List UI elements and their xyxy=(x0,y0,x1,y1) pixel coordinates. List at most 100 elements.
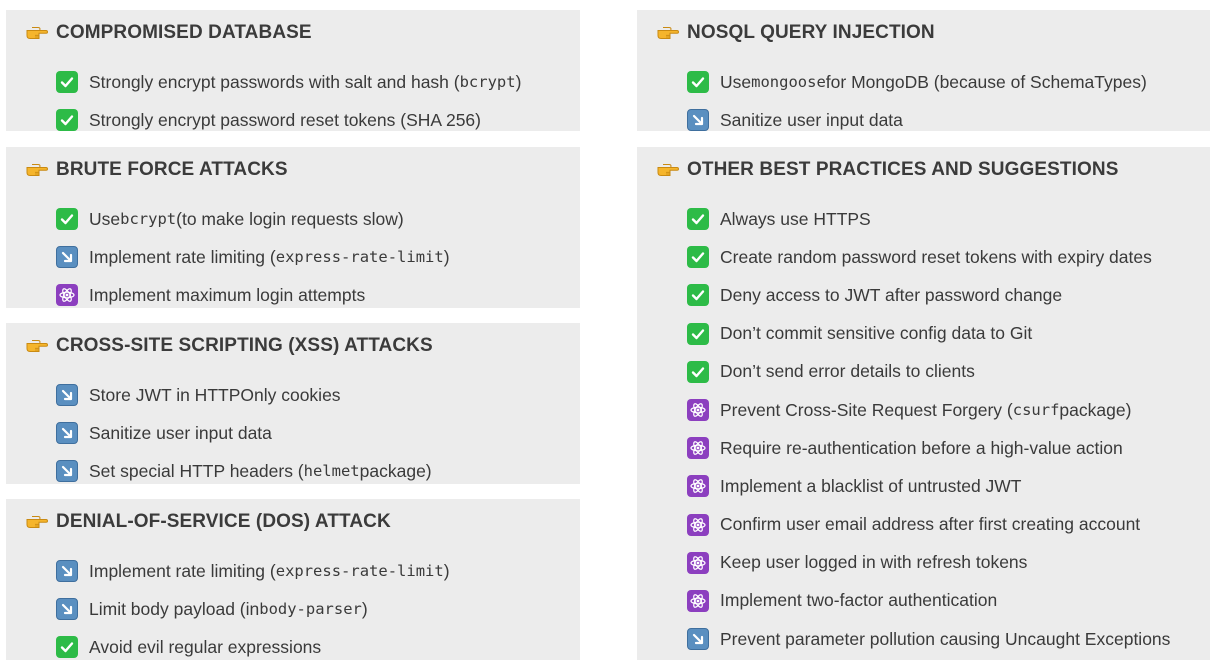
item-text: Use xyxy=(89,208,121,229)
item-code: express-rate-limit xyxy=(275,248,444,267)
item-text: Implement rate limiting ( xyxy=(89,560,276,581)
list-item: Prevent Cross-Site Request Forgery (csur… xyxy=(687,391,1170,429)
pointing-hand-icon xyxy=(26,163,48,177)
list-item: Implement maximum login attempts xyxy=(56,276,450,314)
section-title-text: OTHER BEST PRACTICES AND SUGGESTIONS xyxy=(687,159,1119,180)
section-xss-attacks: CROSS-SITE SCRIPTING (XSS) ATTACKS Store … xyxy=(6,323,580,484)
section-title: COMPROMISED DATABASE xyxy=(26,22,312,44)
item-text: Create random password reset tokens with… xyxy=(720,246,1152,267)
list-item: Implement two-factor authentication xyxy=(687,582,1170,620)
list-item: Implement rate limiting (express-rate-li… xyxy=(56,238,450,276)
item-text: Strongly encrypt passwords with salt and… xyxy=(89,71,460,92)
list-item: Always use HTTPS xyxy=(687,200,1170,238)
item-code: body-parser xyxy=(259,600,362,619)
check-icon xyxy=(56,71,78,94)
checklist: Strongly encrypt passwords with salt and… xyxy=(56,63,521,139)
section-title-text: NOSQL QUERY INJECTION xyxy=(687,22,935,43)
list-item: Don’t send error details to clients xyxy=(687,353,1170,391)
atom-icon xyxy=(687,589,709,612)
pointing-hand-icon xyxy=(657,26,679,40)
item-text-after: (to make login requests slow) xyxy=(176,208,404,229)
item-text: Implement a blacklist of untrusted JWT xyxy=(720,475,1022,496)
section-title: BRUTE FORCE ATTACKS xyxy=(26,159,288,181)
check-icon xyxy=(687,322,709,345)
item-text: Use xyxy=(720,71,752,92)
arrow-icon xyxy=(687,628,709,651)
list-item: Strongly encrypt passwords with salt and… xyxy=(56,63,521,101)
pointing-hand-icon xyxy=(26,26,48,40)
arrow-icon xyxy=(56,560,78,583)
list-item: Sanitize user input data xyxy=(56,414,432,452)
arrow-icon xyxy=(56,422,78,445)
item-text: Sanitize user input data xyxy=(720,109,903,130)
check-icon xyxy=(687,360,709,383)
item-text-after: package) xyxy=(1059,399,1132,420)
check-icon xyxy=(56,109,78,132)
item-text: Don’t commit sensitive config data to Gi… xyxy=(720,323,1033,344)
section-other-best-practices: OTHER BEST PRACTICES AND SUGGESTIONS Alwa… xyxy=(637,147,1210,660)
list-item: Prevent parameter pollution causing Unca… xyxy=(687,620,1170,658)
item-code: bcrypt xyxy=(459,73,516,92)
item-text: Implement maximum login attempts xyxy=(89,284,366,305)
item-text: Confirm user email address after first c… xyxy=(720,514,1141,535)
list-item: Use bcrypt (to make login requests slow) xyxy=(56,200,450,238)
section-title-text: DENIAL-OF-SERVICE (DOS) ATTACK xyxy=(56,511,391,532)
check-icon xyxy=(687,246,709,269)
list-item: Require re-authentication before a high-… xyxy=(687,429,1170,467)
checklist: Implement rate limiting (express-rate-li… xyxy=(56,552,450,667)
item-text: Strongly encrypt password reset tokens (… xyxy=(89,109,481,130)
section-title: NOSQL QUERY INJECTION xyxy=(657,22,935,44)
item-text-after: ) xyxy=(361,598,368,619)
list-item: Store JWT in HTTPOnly cookies xyxy=(56,376,432,414)
list-item: Sanitize user input data xyxy=(687,101,1147,139)
item-text-after: package) xyxy=(359,460,432,481)
list-item: Implement rate limiting (express-rate-li… xyxy=(56,552,450,590)
item-text-after: ) xyxy=(515,71,522,92)
item-code: helmet xyxy=(303,462,360,481)
section-nosql-injection: NOSQL QUERY INJECTION Use mongoose for Mo… xyxy=(637,10,1210,132)
item-code: mongoose xyxy=(751,73,826,92)
section-compromised-database: COMPROMISED DATABASE Strongly encrypt pas… xyxy=(6,10,580,132)
item-text: Set special HTTP headers ( xyxy=(89,460,304,481)
item-text-after: ) xyxy=(443,246,450,267)
section-brute-force-attacks: BRUTE FORCE ATTACKS Use bcrypt (to make l… xyxy=(6,147,580,308)
list-item: Limit body payload (in body-parser) xyxy=(56,590,450,628)
section-title-text: CROSS-SITE SCRIPTING (XSS) ATTACKS xyxy=(56,335,433,356)
arrow-icon xyxy=(56,246,78,269)
item-text: Don’t send error details to clients xyxy=(720,361,975,382)
arrow-icon xyxy=(56,598,78,621)
atom-icon xyxy=(687,513,709,536)
item-text: Deny access to JWT after password change xyxy=(720,284,1063,305)
arrow-icon xyxy=(56,460,78,483)
item-text-after: for MongoDB (because of SchemaTypes) xyxy=(825,71,1147,92)
atom-icon xyxy=(687,475,709,498)
list-item: Avoid evil regular expressions xyxy=(56,628,450,666)
item-text: Always use HTTPS xyxy=(720,208,871,229)
section-title: OTHER BEST PRACTICES AND SUGGESTIONS xyxy=(657,159,1119,181)
item-text: Prevent parameter pollution causing Unca… xyxy=(720,628,1171,649)
item-text: Limit body payload (in xyxy=(89,598,260,619)
item-text: Store JWT in HTTPOnly cookies xyxy=(89,384,341,405)
item-code: bcrypt xyxy=(120,210,177,229)
arrow-icon xyxy=(56,384,78,407)
atom-icon xyxy=(687,399,709,422)
arrow-icon xyxy=(687,109,709,132)
checklist: Use mongoose for MongoDB (because of Sch… xyxy=(687,63,1147,139)
check-icon xyxy=(56,636,78,659)
pointing-hand-icon xyxy=(657,163,679,177)
list-item: Create random password reset tokens with… xyxy=(687,238,1170,276)
item-code: csurf xyxy=(1012,401,1060,420)
check-icon xyxy=(687,71,709,94)
checklist: Use bcrypt (to make login requests slow)… xyxy=(56,200,450,315)
atom-icon xyxy=(56,284,78,307)
section-title-text: COMPROMISED DATABASE xyxy=(56,22,312,43)
section-title-text: BRUTE FORCE ATTACKS xyxy=(56,159,288,180)
list-item: Set special HTTP headers (helmet package… xyxy=(56,452,432,490)
item-text: Implement two-factor authentication xyxy=(720,590,998,611)
item-text: Require re-authentication before a high-… xyxy=(720,437,1123,458)
list-item: Don’t commit sensitive config data to Gi… xyxy=(687,315,1170,353)
check-icon xyxy=(687,208,709,231)
list-item: Deny access to JWT after password change xyxy=(687,276,1170,314)
item-text-after: ) xyxy=(443,560,450,581)
section-title: CROSS-SITE SCRIPTING (XSS) ATTACKS xyxy=(26,335,433,357)
